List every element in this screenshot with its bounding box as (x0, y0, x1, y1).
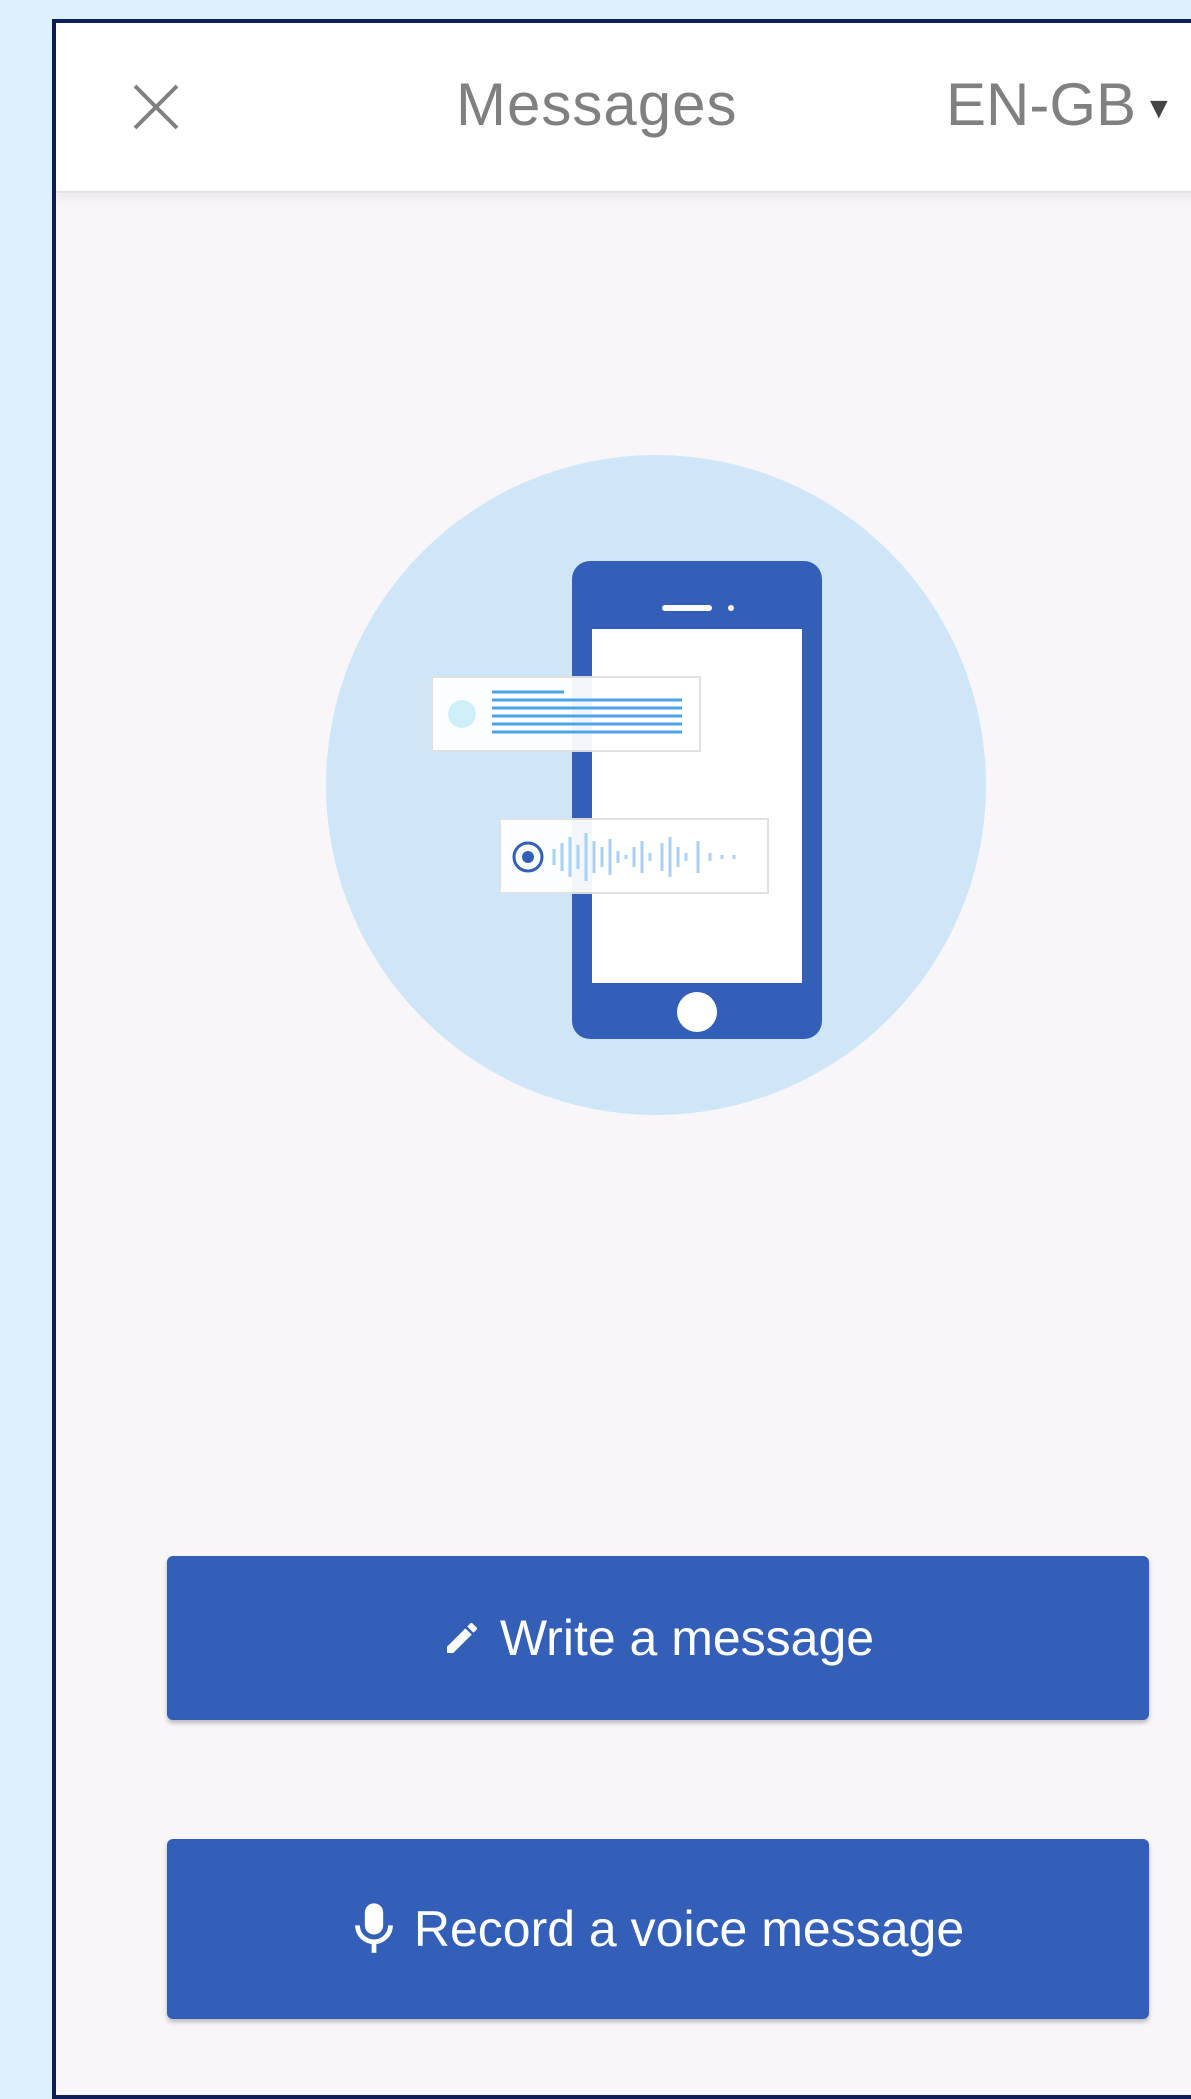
top-bar: Messages EN-GB ▼ (56, 23, 1191, 193)
microphone-icon (352, 1901, 396, 1957)
close-icon (133, 84, 179, 130)
language-selector[interactable]: EN-GB ▼ (946, 69, 1174, 141)
record-voice-message-button[interactable]: Record a voice message (167, 1839, 1149, 2019)
close-button[interactable] (116, 67, 196, 147)
caret-down-icon: ▼ (1144, 92, 1174, 126)
write-message-label: Write a message (499, 1610, 875, 1666)
pencil-icon (442, 1618, 482, 1658)
messages-panel: Messages EN-GB ▼ Write a message Record … (52, 19, 1191, 2099)
write-message-button[interactable]: Write a message (167, 1556, 1149, 1720)
language-label: EN-GB (946, 71, 1137, 138)
page-title: Messages (456, 71, 738, 138)
phone-message-illustration (326, 455, 986, 1115)
record-voice-message-label: Record a voice message (413, 1901, 965, 1957)
